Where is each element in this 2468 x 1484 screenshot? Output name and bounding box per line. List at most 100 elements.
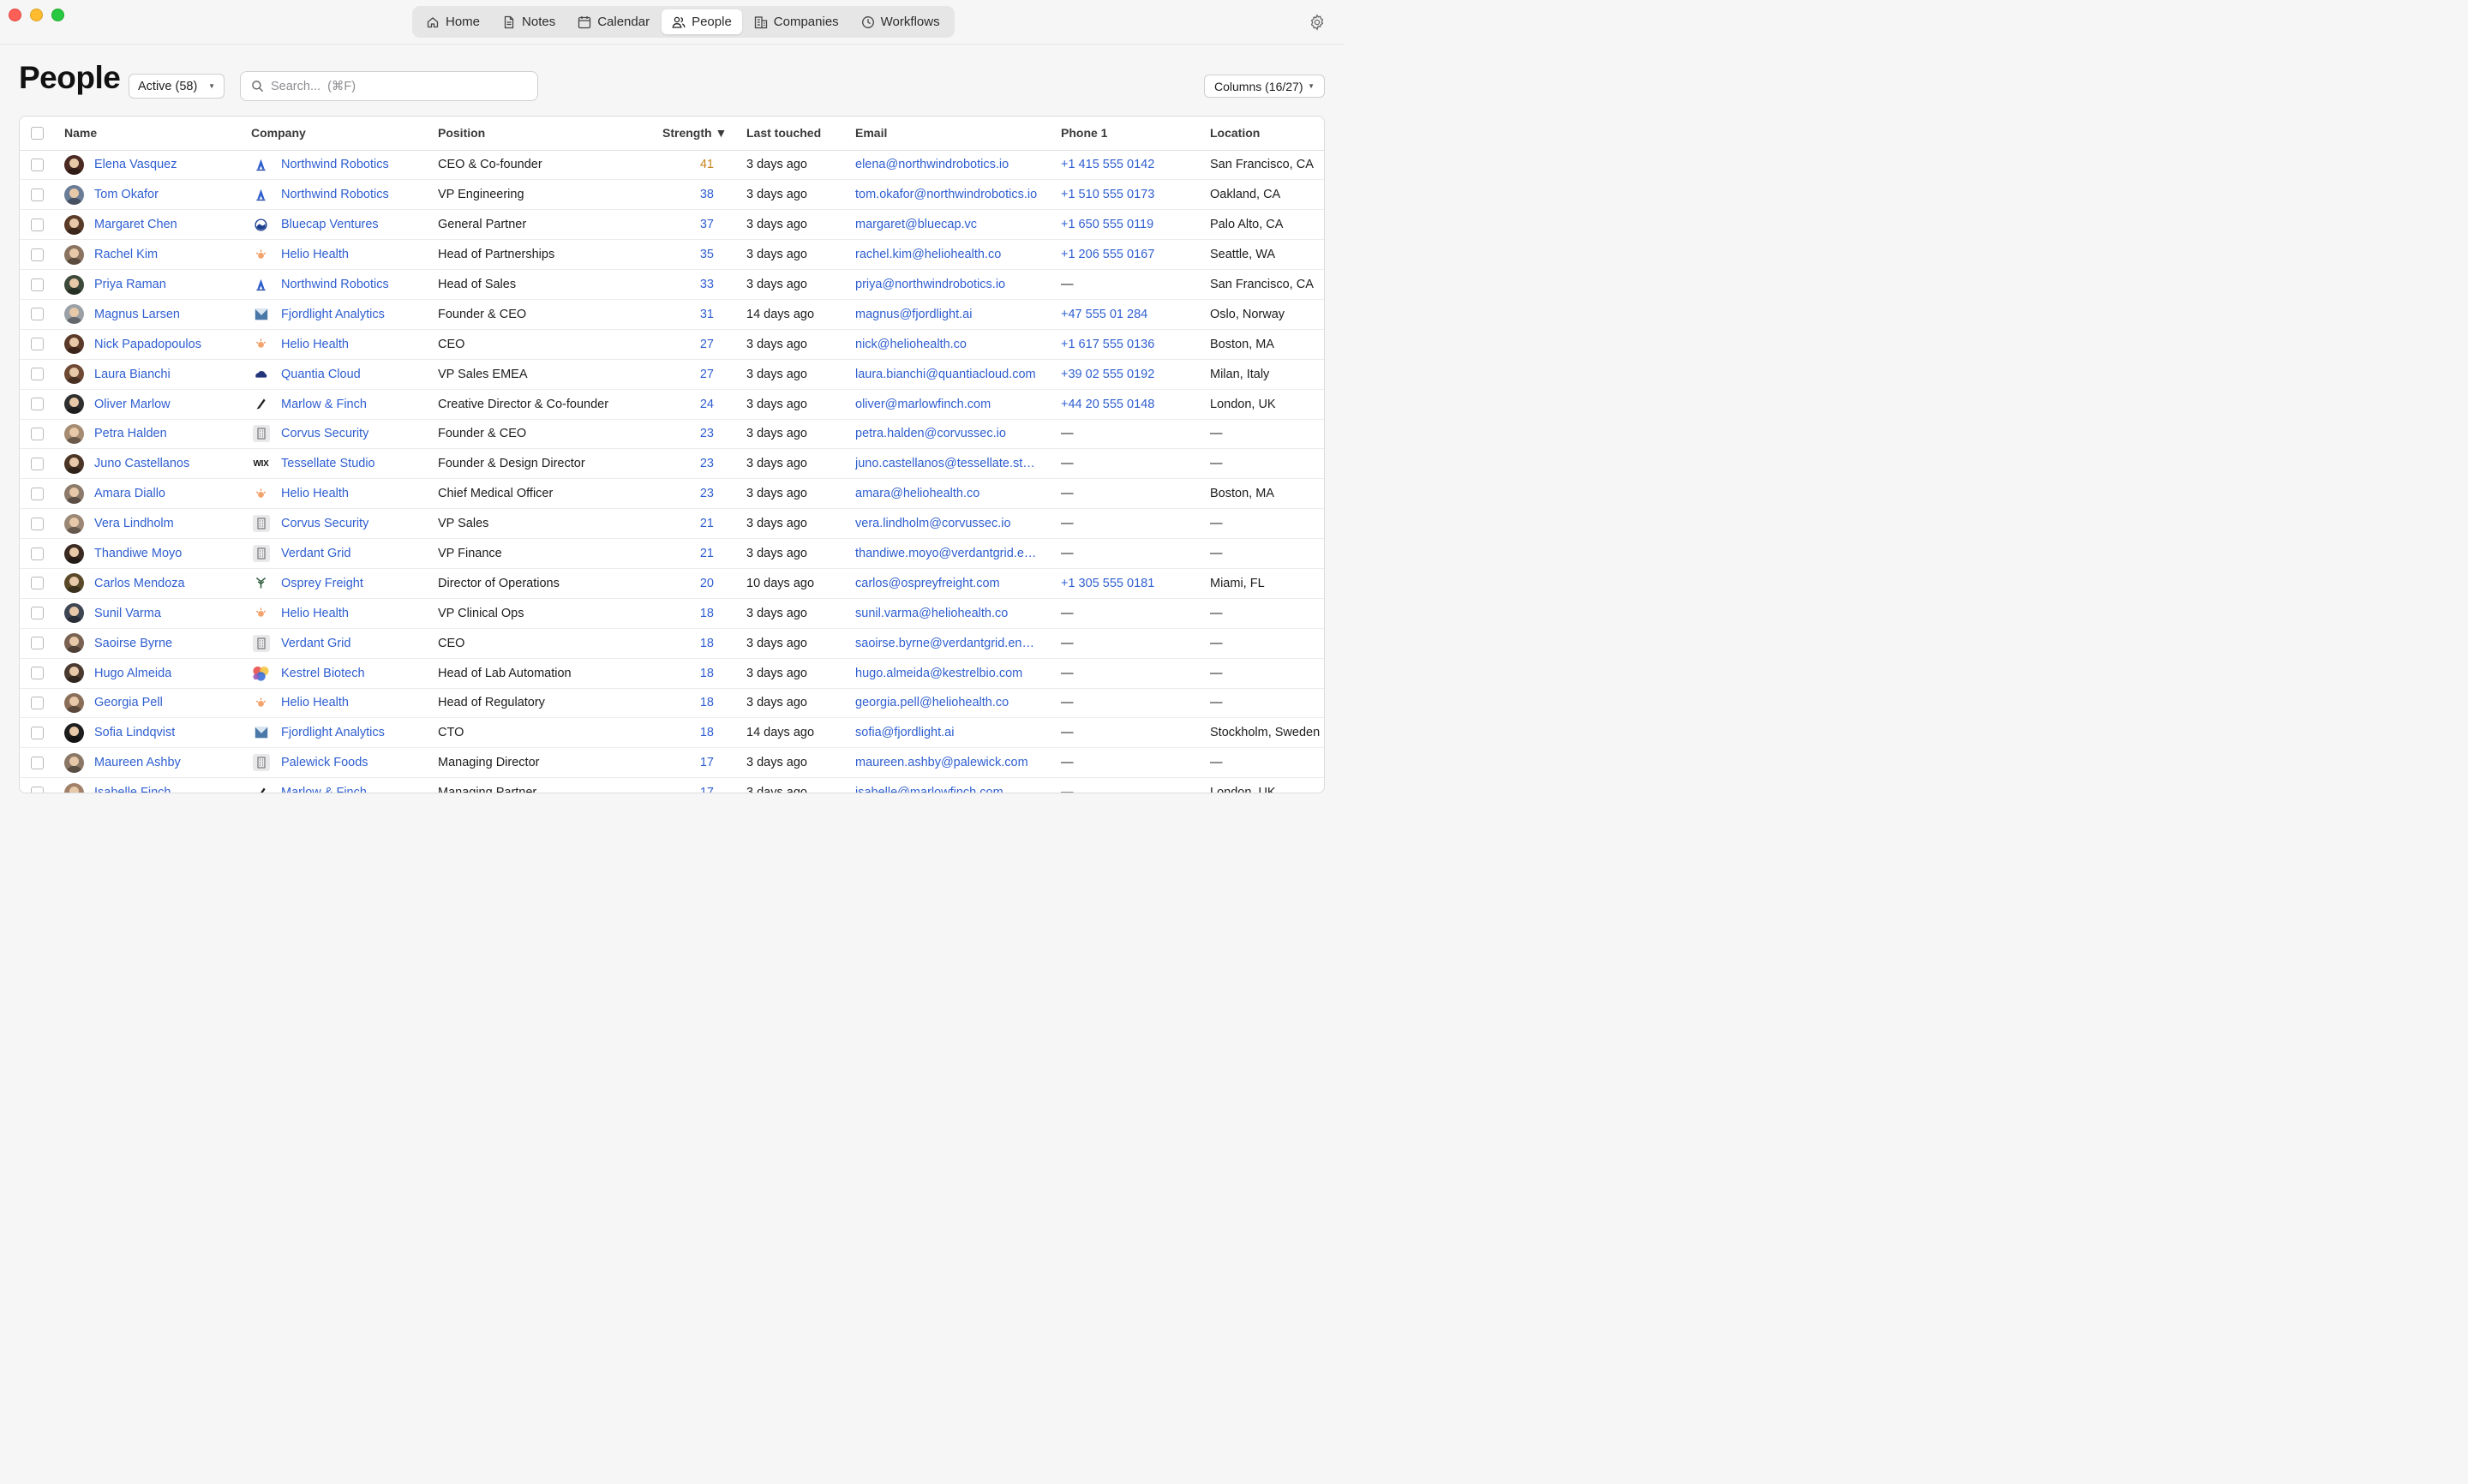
phone-link[interactable]: +1 206 555 0167 xyxy=(1061,248,1154,261)
email-link[interactable]: carlos@ospreyfreight.com xyxy=(855,577,1039,590)
nav-notes[interactable]: Notes xyxy=(492,9,566,34)
phone-link[interactable]: +1 510 555 0173 xyxy=(1061,188,1154,201)
table-row[interactable]: Georgia Pell Helio Health Head of Regulato… xyxy=(20,688,1324,719)
email-link[interactable]: thandiwe.moyo@verdantgrid.energy xyxy=(855,547,1039,560)
row-checkbox[interactable] xyxy=(31,218,44,231)
column-header-position[interactable]: Position xyxy=(438,117,662,151)
row-checkbox[interactable] xyxy=(31,188,44,201)
company-link[interactable]: Northwind Robotics xyxy=(281,188,389,201)
nav-calendar[interactable]: Calendar xyxy=(567,9,660,34)
table-row[interactable]: Petra Halden Corvus Security Founder & CEO… xyxy=(20,419,1324,450)
table-row[interactable]: Thandiwe Moyo Verdant Grid VP Finance 21 3 d… xyxy=(20,538,1324,569)
phone-link[interactable]: +39 02 555 0192 xyxy=(1061,368,1154,381)
person-name-link[interactable]: Oliver Marlow xyxy=(94,398,171,411)
column-header-strength[interactable]: Strength ▼ xyxy=(662,117,734,151)
table-row[interactable]: Sunil Varma Helio Health VP Clinical Ops 18… xyxy=(20,598,1324,629)
table-row[interactable]: Isabelle Finch Marlow & Finch Managing Par… xyxy=(20,777,1324,793)
phone-link[interactable]: +1 650 555 0119 xyxy=(1061,218,1153,231)
company-link[interactable]: Quantia Cloud xyxy=(281,368,361,381)
company-link[interactable]: Corvus Security xyxy=(281,427,368,440)
gear-icon[interactable] xyxy=(1309,14,1326,31)
email-link[interactable]: hugo.almeida@kestrelbio.com xyxy=(855,667,1039,680)
company-link[interactable]: Northwind Robotics xyxy=(281,158,389,171)
table-row[interactable]: Priya Raman Northwind Robotics Head of Sal… xyxy=(20,269,1324,300)
table-row[interactable]: Magnus Larsen Fjordlight Analytics Founder… xyxy=(20,299,1324,330)
email-link[interactable]: isabelle@marlowfinch.com xyxy=(855,786,1039,793)
email-link[interactable]: juno.castellanos@tessellate.studio xyxy=(855,457,1039,470)
row-checkbox[interactable] xyxy=(31,696,44,709)
person-name-link[interactable]: Nick Papadopoulos xyxy=(94,338,201,351)
table-row[interactable]: Elena Vasquez Northwind Robotics CEO & Co-… xyxy=(20,150,1324,181)
row-checkbox[interactable] xyxy=(31,308,44,321)
person-name-link[interactable]: Magnus Larsen xyxy=(94,308,180,321)
row-checkbox[interactable] xyxy=(31,457,44,470)
row-checkbox[interactable] xyxy=(31,427,44,440)
company-link[interactable]: Fjordlight Analytics xyxy=(281,308,385,321)
email-link[interactable]: sofia@fjordlight.ai xyxy=(855,726,1039,739)
company-link[interactable]: Helio Health xyxy=(281,696,349,709)
person-name-link[interactable]: Saoirse Byrne xyxy=(94,637,172,650)
table-row[interactable]: Hugo Almeida Kestrel Biotech Head of Lab A… xyxy=(20,658,1324,689)
company-link[interactable]: Helio Health xyxy=(281,338,349,351)
column-header-phone[interactable]: Phone 1 xyxy=(1061,117,1210,151)
row-checkbox[interactable] xyxy=(31,667,44,680)
row-checkbox[interactable] xyxy=(31,726,44,739)
person-name-link[interactable]: Thandiwe Moyo xyxy=(94,547,182,560)
minimize-window-button[interactable] xyxy=(30,9,43,21)
table-row[interactable]: Laura Bianchi Quantia Cloud VP Sales EMEA 2… xyxy=(20,359,1324,390)
status-filter-dropdown[interactable]: Active (58) ▼ xyxy=(129,74,225,99)
row-checkbox[interactable] xyxy=(31,756,44,769)
email-link[interactable]: nick@heliohealth.co xyxy=(855,338,1039,351)
company-link[interactable]: Verdant Grid xyxy=(281,637,350,650)
person-name-link[interactable]: Tom Okafor xyxy=(94,188,159,201)
email-link[interactable]: elena@northwindrobotics.io xyxy=(855,158,1039,171)
person-name-link[interactable]: Amara Diallo xyxy=(94,487,165,500)
row-checkbox[interactable] xyxy=(31,547,44,560)
person-name-link[interactable]: Priya Raman xyxy=(94,278,166,291)
row-checkbox[interactable] xyxy=(31,368,44,381)
company-link[interactable]: Marlow & Finch xyxy=(281,786,367,793)
company-link[interactable]: Tessellate Studio xyxy=(281,457,375,470)
row-checkbox[interactable] xyxy=(31,248,44,261)
email-link[interactable]: sunil.varma@heliohealth.co xyxy=(855,607,1039,620)
email-link[interactable]: oliver@marlowfinch.com xyxy=(855,398,1039,411)
person-name-link[interactable]: Elena Vasquez xyxy=(94,158,177,171)
company-link[interactable]: Palewick Foods xyxy=(281,756,368,769)
table-row[interactable]: Juno Castellanos WIX Tessellate Studio Foun… xyxy=(20,448,1324,480)
company-link[interactable]: Corvus Security xyxy=(281,517,368,530)
company-link[interactable]: Marlow & Finch xyxy=(281,398,367,411)
nav-companies[interactable]: Companies xyxy=(744,9,849,34)
email-link[interactable]: petra.halden@corvussec.io xyxy=(855,427,1039,440)
table-row[interactable]: Tom Okafor Northwind Robotics VP Engineeri… xyxy=(20,179,1324,211)
person-name-link[interactable]: Georgia Pell xyxy=(94,696,163,709)
table-row[interactable]: Amara Diallo Helio Health Chief Medical Of… xyxy=(20,478,1324,510)
email-link[interactable]: rachel.kim@heliohealth.co xyxy=(855,248,1039,261)
column-header-company[interactable]: Company xyxy=(251,117,438,151)
person-name-link[interactable]: Laura Bianchi xyxy=(94,368,171,381)
table-row[interactable]: Maureen Ashby Palewick Foods Managing Dire… xyxy=(20,747,1324,779)
person-name-link[interactable]: Petra Halden xyxy=(94,427,167,440)
row-checkbox[interactable] xyxy=(31,517,44,530)
person-name-link[interactable]: Carlos Mendoza xyxy=(94,577,185,590)
email-link[interactable]: margaret@bluecap.vc xyxy=(855,218,1039,231)
row-checkbox[interactable] xyxy=(31,577,44,590)
person-name-link[interactable]: Vera Lindholm xyxy=(94,517,174,530)
row-checkbox[interactable] xyxy=(31,607,44,620)
email-link[interactable]: saoirse.byrne@verdantgrid.energy xyxy=(855,637,1039,650)
company-link[interactable]: Kestrel Biotech xyxy=(281,667,365,680)
table-row[interactable]: Oliver Marlow Marlow & Finch Creative Dire… xyxy=(20,389,1324,420)
table-row[interactable]: Carlos Mendoza Osprey Freight Director of … xyxy=(20,568,1324,599)
phone-link[interactable]: +1 305 555 0181 xyxy=(1061,577,1154,590)
company-link[interactable]: Bluecap Ventures xyxy=(281,218,379,231)
zoom-window-button[interactable] xyxy=(51,9,64,21)
company-link[interactable]: Helio Health xyxy=(281,607,349,620)
row-checkbox[interactable] xyxy=(31,398,44,411)
company-link[interactable]: Northwind Robotics xyxy=(281,278,389,291)
phone-link[interactable]: +47 555 01 284 xyxy=(1061,308,1147,321)
email-link[interactable]: maureen.ashby@palewick.com xyxy=(855,756,1039,769)
search-box[interactable] xyxy=(240,71,538,101)
phone-link[interactable]: +1 415 555 0142 xyxy=(1061,158,1154,171)
column-header-name[interactable]: Name xyxy=(64,117,251,151)
row-checkbox[interactable] xyxy=(31,338,44,351)
table-row[interactable]: Rachel Kim Helio Health Head of Partnershi… xyxy=(20,239,1324,271)
